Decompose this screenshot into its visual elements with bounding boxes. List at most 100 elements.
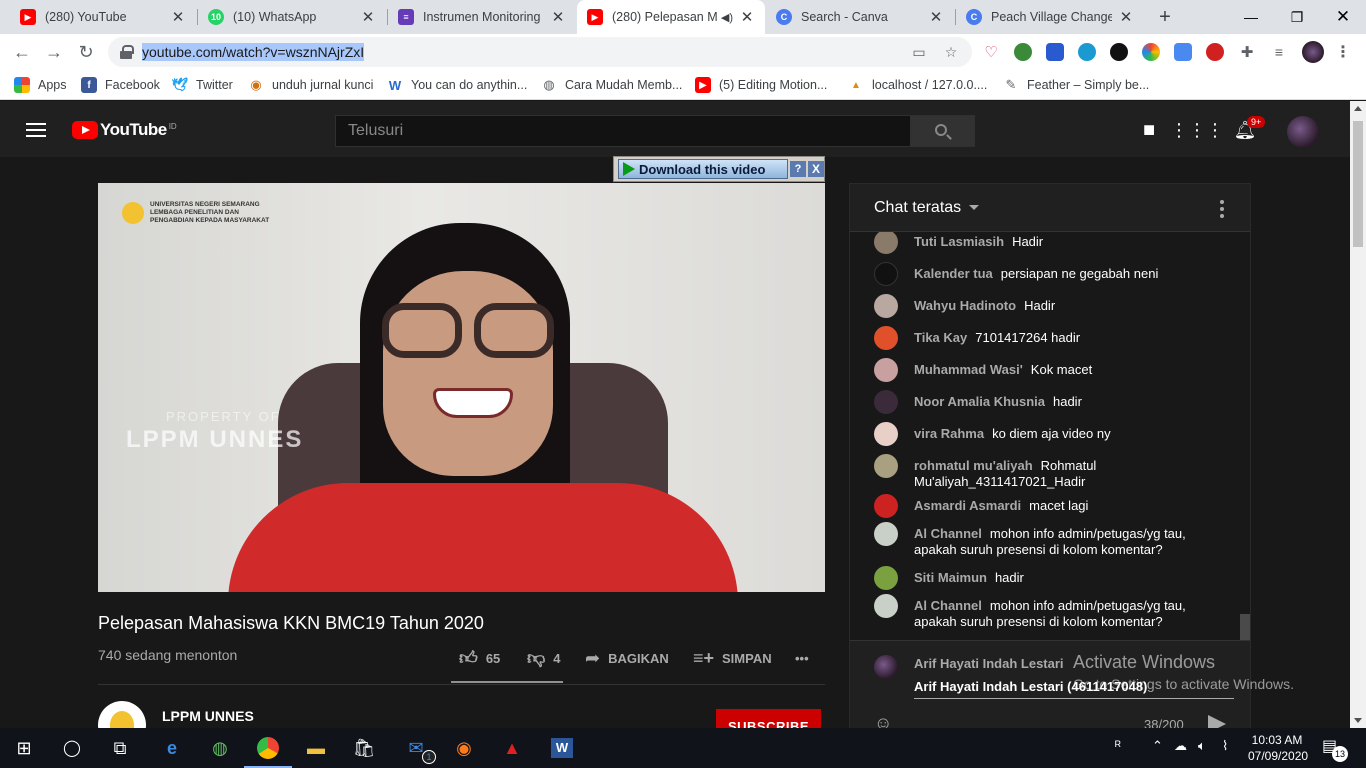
close-tab-icon[interactable]: ✕ (550, 8, 566, 26)
profile-avatar[interactable] (1302, 41, 1324, 63)
scroll-thumb[interactable] (1353, 121, 1363, 247)
system-clock[interactable]: 10:03 AM 07/09/2020 (1248, 732, 1308, 764)
chat-author[interactable]: Tika Kay (914, 330, 967, 345)
avatar[interactable] (874, 326, 898, 350)
heart-extension-icon[interactable]: ♡ (982, 43, 1000, 61)
media-queue-icon[interactable]: ≡ (1270, 43, 1288, 61)
tab-search-canva[interactable]: C Search - Canva ✕ (766, 0, 954, 34)
volume-icon[interactable]: 🔈︎ (1198, 738, 1206, 754)
acrobat-icon[interactable]: ▲ (488, 732, 536, 764)
store-icon[interactable]: 🛍︎ (340, 732, 388, 764)
earth-app-icon[interactable]: ◍ (196, 732, 244, 764)
puzzle-extensions-icon[interactable]: ✚ (1238, 43, 1256, 61)
download-video-button[interactable]: Download this video (618, 159, 788, 179)
cloud-icon[interactable]: ☁ (1174, 738, 1187, 754)
create-video-icon[interactable]: ■ (1137, 118, 1161, 142)
chat-author[interactable]: Muhammad Wasi' (914, 362, 1023, 377)
mail-icon[interactable]: ✉ 1 (392, 732, 440, 764)
close-tab-icon[interactable]: ✕ (1118, 8, 1134, 26)
close-tab-icon[interactable]: ✕ (928, 8, 944, 26)
video-player[interactable]: UNIVERSITAS NEGERI SEMARANG LEMBAGA PENE… (98, 183, 825, 592)
chat-author[interactable]: Al Channel (914, 526, 982, 541)
gear-extension-icon[interactable] (1078, 43, 1096, 61)
like-button[interactable]: 👍︎ 65 (459, 647, 500, 669)
minimize-button[interactable]: — (1228, 0, 1274, 34)
close-icon[interactable]: X (808, 161, 824, 177)
share-button[interactable]: ➦ BAGIKAN (585, 647, 669, 669)
globe-extension-icon[interactable] (1014, 43, 1032, 61)
bookmark-you-can-do[interactable]: W You can do anythin... (387, 76, 527, 94)
send-icon[interactable] (1206, 713, 1228, 728)
restore-button[interactable]: ❐ (1274, 0, 1320, 34)
close-tab-icon[interactable]: ✕ (739, 8, 755, 26)
back-arrow-icon[interactable]: ← (8, 38, 36, 66)
task-view-icon[interactable]: ⧉ (96, 732, 144, 764)
tab-peach-village[interactable]: C Peach Village Change o ✕ (956, 0, 1144, 34)
tab-instrumen-monitoring[interactable]: ≡ Instrumen Monitoring E ✕ (388, 0, 576, 34)
dislike-button[interactable]: 👎︎ 4 (527, 647, 561, 669)
avatar[interactable] (874, 358, 898, 382)
youtube-logo[interactable]: YouTube ID (72, 120, 177, 140)
more-actions-button[interactable]: ••• (795, 647, 809, 669)
forward-arrow-icon[interactable]: → (40, 38, 68, 66)
tab-pelepasan-active[interactable]: ▶ (280) Pelepasan Ma ◀) ✕ (577, 0, 765, 34)
chat-author[interactable]: vira Rahma (914, 426, 984, 441)
close-tab-icon[interactable]: ✕ (360, 8, 376, 26)
bookmark-cara-mudah[interactable]: ◍ Cara Mudah Memb... (541, 76, 682, 94)
chat-author[interactable]: Noor Amalia Khusnia (914, 394, 1045, 409)
page-scrollbar[interactable] (1350, 101, 1366, 728)
chrome-icon[interactable] (244, 732, 292, 768)
avatar[interactable] (874, 566, 898, 590)
subscribe-button[interactable]: SUBSCRIBE (716, 709, 821, 728)
file-explorer-icon[interactable]: ▬ (292, 732, 340, 764)
avatar[interactable] (874, 422, 898, 446)
avatar[interactable] (874, 522, 898, 546)
chat-author[interactable]: Asmardi Asmardi (914, 498, 1021, 513)
word-icon[interactable]: W (538, 732, 586, 764)
close-tab-icon[interactable]: ✕ (170, 8, 186, 26)
bookmark-localhost[interactable]: ▲ localhost / 127.0.0.... (848, 76, 987, 94)
tab-youtube-home[interactable]: ▶ (280) YouTube ✕ (10, 0, 196, 34)
record-extension-icon[interactable] (1206, 43, 1224, 61)
avatar[interactable] (874, 494, 898, 518)
avatar[interactable] (874, 232, 898, 254)
bookmark-apps[interactable]: Apps (14, 76, 67, 94)
gem-extension-icon[interactable] (1046, 43, 1064, 61)
search-circle-icon[interactable]: ◯ (48, 732, 96, 764)
windows-start-icon[interactable]: ⊞ (0, 732, 48, 764)
chrome-menu-icon[interactable]: ⋮ (1334, 43, 1352, 61)
network-icon[interactable]: ⌇ (1222, 738, 1228, 754)
action-center-icon[interactable]: ▤ 13 (1322, 736, 1348, 762)
bookmark-unduh-jurnal[interactable]: ◉ unduh jurnal kunci (248, 76, 373, 94)
scroll-down-icon[interactable] (1354, 718, 1362, 723)
bookmark-twitter[interactable]: 🕊 Twitter (172, 76, 233, 94)
people-icon[interactable]: ᴿ (1115, 738, 1121, 753)
channel-avatar[interactable] (98, 701, 146, 728)
chevron-up-icon[interactable]: ⌃ (1152, 738, 1163, 754)
bookmark-feather[interactable]: ✎ Feather – Simply be... (1003, 76, 1150, 94)
chat-author[interactable]: Tuti Lasmiasih (914, 234, 1004, 249)
sync-extension-icon[interactable] (1110, 43, 1128, 61)
hamburger-menu-icon[interactable] (26, 123, 46, 137)
avatar[interactable] (874, 262, 898, 286)
help-icon[interactable]: ? (790, 161, 806, 177)
chat-author[interactable]: Siti Maimun (914, 570, 987, 585)
chat-author[interactable]: Al Channel (914, 598, 982, 613)
bookmark-star-icon[interactable]: ☆ (942, 43, 960, 61)
close-window-button[interactable]: ✕ (1320, 0, 1366, 34)
chat-scrollbar[interactable] (1240, 614, 1250, 640)
cast-icon[interactable]: ▭ (910, 43, 928, 61)
tab-whatsapp[interactable]: 10 (10) WhatsApp ✕ (198, 0, 386, 34)
chat-mode-dropdown[interactable]: Chat teratas (874, 199, 980, 217)
chat-author[interactable]: Kalender tua (914, 266, 993, 281)
chat-author[interactable]: rohmatul mu'aliyah (914, 458, 1033, 473)
speaker-icon[interactable]: ◀) (721, 11, 733, 24)
avatar[interactable] (1287, 116, 1319, 148)
apps-grid-icon[interactable]: ⋮⋮⋮ (1170, 118, 1224, 142)
url-text[interactable]: youtube.com/watch?v=wsznNAjrZxI (142, 43, 365, 61)
reload-icon[interactable]: ↻ (72, 38, 100, 66)
more-vert-icon[interactable] (1220, 200, 1224, 221)
emoji-icon[interactable]: ☺ (874, 713, 898, 728)
firefox-icon[interactable]: ◉ (440, 732, 488, 764)
bookmark-facebook[interactable]: f Facebook (81, 76, 160, 94)
